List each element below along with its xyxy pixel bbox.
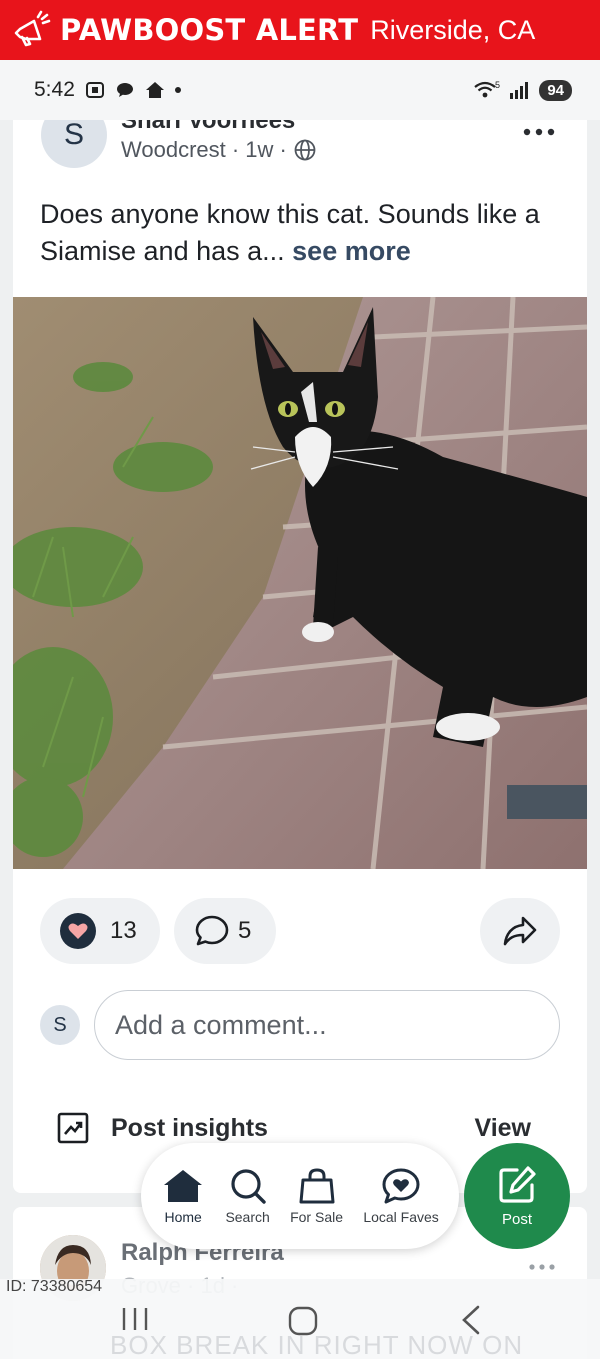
- home-icon: [164, 1170, 203, 1202]
- alert-banner: PAWBOOST ALERT Riverside, CA: [0, 0, 600, 60]
- nav-search-label: Search: [225, 1209, 270, 1225]
- post-actions: 13 5: [40, 898, 560, 964]
- post-photo[interactable]: [13, 297, 587, 869]
- ghost-text: BOX BREAK IN RIGHT NOW ON: [110, 1330, 524, 1359]
- wifi-badge: 5: [495, 80, 500, 90]
- wifi-icon: 5: [474, 80, 500, 98]
- comments-button[interactable]: 5: [174, 898, 276, 964]
- post-insights-row[interactable]: Post insights View: [57, 1108, 531, 1148]
- bottom-nav: Home Search For Sale Local Faves: [141, 1143, 459, 1249]
- more-options-icon[interactable]: [521, 122, 557, 142]
- comment-input[interactable]: Add a comment...: [94, 990, 560, 1060]
- new-post-label: Post: [501, 1210, 532, 1228]
- brand-name: PAWBOOST ALERT: [60, 13, 359, 47]
- dot-icon: [174, 87, 181, 93]
- share-arrow-icon: [503, 916, 537, 946]
- new-post-button[interactable]: Post: [464, 1143, 570, 1249]
- reactions-button[interactable]: 13: [40, 898, 160, 964]
- battery-level: 94: [539, 79, 572, 101]
- commenter-avatar: S: [40, 1005, 80, 1045]
- comments-count: 5: [238, 917, 252, 944]
- nav-home[interactable]: Home: [161, 1167, 205, 1225]
- share-button[interactable]: [480, 898, 560, 964]
- view-insights-link[interactable]: View: [474, 1114, 531, 1143]
- alert-city: Riverside, CA: [370, 14, 536, 45]
- nav-local-faves[interactable]: Local Faves: [363, 1167, 439, 1225]
- megaphone-icon: [14, 10, 51, 47]
- post-card: S Shari Voorhees Woodcrest · 1w · Does a…: [13, 60, 587, 1193]
- next-more-options-icon[interactable]: [527, 1262, 557, 1272]
- status-bar: 5:42 5 94: [0, 60, 600, 120]
- globe-icon: [294, 139, 316, 161]
- trending-chart-icon: [57, 1112, 89, 1144]
- phone-screen: 5:42 5 94 S Shari Voorhees Woodcrest · 1…: [0, 60, 600, 1359]
- house-icon: [145, 82, 164, 98]
- cat-photo-illustration: [13, 297, 587, 869]
- comment-bubble-icon: [195, 915, 229, 946]
- signal-icon: [510, 82, 529, 99]
- heart-chat-icon: [382, 1168, 420, 1204]
- nav-for-sale-label: For Sale: [290, 1209, 344, 1225]
- status-time: 5:42: [34, 78, 75, 101]
- listing-id: ID: 73380654: [6, 1278, 103, 1295]
- shopping-bag-icon: [299, 1168, 335, 1204]
- search-icon: [231, 1169, 266, 1204]
- screenshot-icon: [85, 82, 104, 98]
- reactions-count: 13: [110, 917, 137, 944]
- heart-reaction-icon: [60, 913, 96, 949]
- post-body: Does anyone know this cat. Sounds like a…: [40, 196, 560, 270]
- author-meta: Woodcrest · 1w ·: [121, 137, 287, 162]
- compose-icon: [499, 1165, 536, 1203]
- comment-row: S Add a comment...: [40, 990, 560, 1060]
- recent-apps-icon[interactable]: [120, 1305, 150, 1333]
- nav-search[interactable]: Search: [225, 1167, 270, 1225]
- see-more-link[interactable]: see more: [292, 236, 411, 266]
- nav-for-sale[interactable]: For Sale: [290, 1167, 343, 1225]
- post-insights-label: Post insights: [111, 1113, 268, 1142]
- nav-local-faves-label: Local Faves: [363, 1209, 439, 1225]
- nav-home-label: Home: [164, 1209, 202, 1225]
- post-text: Does anyone know this cat. Sounds like a…: [40, 199, 540, 266]
- chat-icon: [116, 83, 133, 97]
